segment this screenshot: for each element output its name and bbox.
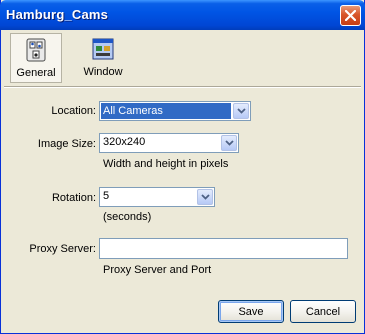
proxy-server-input[interactable] xyxy=(99,238,348,259)
settings-dialog: Hamburg_Cams General Window Location: Al… xyxy=(0,0,365,334)
image-size-hint: Width and height in pixels xyxy=(103,158,229,170)
save-button[interactable]: Save xyxy=(218,300,284,323)
rotation-dropdown-button[interactable] xyxy=(197,189,213,205)
chevron-down-icon xyxy=(200,194,210,200)
window-icon xyxy=(92,38,114,60)
tab-general-label: General xyxy=(16,67,56,79)
location-label: Location: xyxy=(51,105,96,117)
tab-general[interactable]: General xyxy=(10,33,62,83)
proxy-server-hint: Proxy Server and Port xyxy=(103,264,212,276)
image-size-value: 320x240 xyxy=(103,136,146,148)
location-dropdown-button[interactable] xyxy=(233,103,249,119)
rotation-hint: (seconds) xyxy=(103,211,152,223)
title-bar[interactable]: Hamburg_Cams xyxy=(0,0,365,30)
image-size-select[interactable]: 320x240 xyxy=(99,133,239,153)
cancel-button[interactable]: Cancel xyxy=(290,300,356,323)
rotation-value: 5 xyxy=(103,190,110,202)
tab-window[interactable]: Window xyxy=(78,33,128,83)
settings-switches-icon xyxy=(26,38,46,62)
chevron-down-icon xyxy=(224,140,234,146)
close-icon xyxy=(345,10,356,21)
toolbar: General Window xyxy=(4,30,361,85)
location-value: All Cameras xyxy=(101,103,231,119)
rotation-select[interactable]: 5 xyxy=(99,187,215,207)
location-select[interactable]: All Cameras xyxy=(99,101,251,121)
proxy-server-label: Proxy Server: xyxy=(29,243,96,255)
window-title: Hamburg_Cams xyxy=(6,7,109,22)
rotation-label: Rotation: xyxy=(51,192,96,204)
tab-window-label: Window xyxy=(83,66,123,78)
image-size-label: Image Size: xyxy=(37,138,96,150)
toolbar-divider xyxy=(4,86,361,88)
image-size-dropdown-button[interactable] xyxy=(221,135,237,151)
chevron-down-icon xyxy=(236,108,246,114)
close-button[interactable] xyxy=(340,5,361,26)
